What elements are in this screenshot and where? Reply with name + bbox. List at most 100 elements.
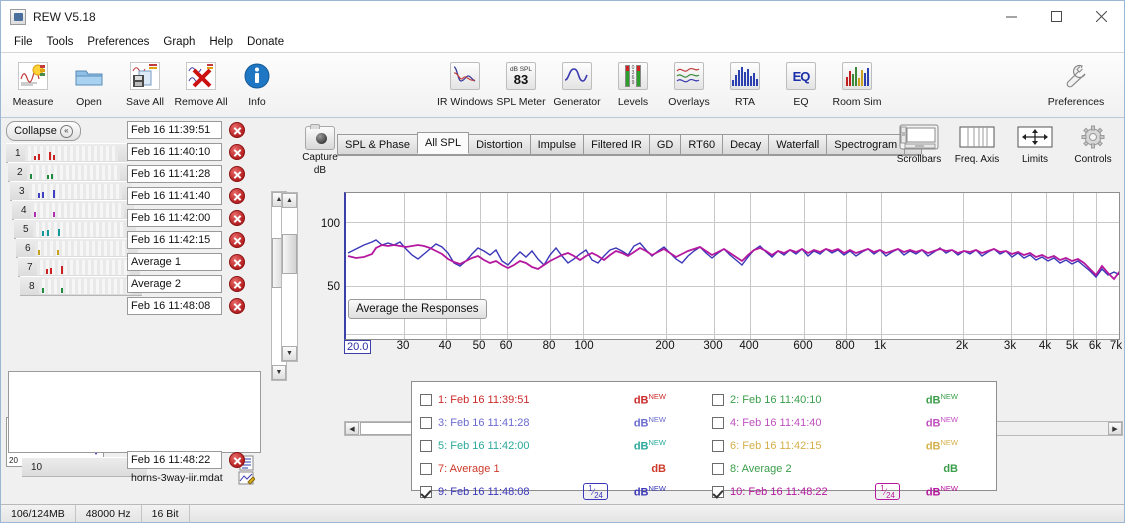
tab-waterfall[interactable]: Waterfall	[768, 134, 828, 154]
tab-decay[interactable]: Decay	[722, 134, 770, 154]
delete-measurement-icon[interactable]	[229, 254, 245, 270]
collapse-button[interactable]: Collapse «	[6, 121, 81, 141]
legend-smoothing-9[interactable]: 1⁄24	[583, 482, 608, 501]
measurement-name-input[interactable]: Average 2	[127, 275, 222, 293]
freq-axis-button[interactable]: Freq. Axis	[948, 122, 1006, 165]
tab-rt60[interactable]: RT60	[680, 134, 724, 154]
chart-scroll-down-arrow[interactable]: ▼	[282, 346, 297, 361]
legend-checkbox-10[interactable]	[712, 485, 724, 498]
menu-graph[interactable]: Graph	[156, 34, 202, 50]
tab-distortion[interactable]: Distortion	[468, 134, 531, 154]
legend-checkbox-5[interactable]	[420, 439, 432, 452]
menu-tools[interactable]: Tools	[40, 34, 81, 50]
legend-checkbox-8[interactable]	[712, 462, 724, 475]
menu-help[interactable]: Help	[202, 34, 240, 50]
menu-preferences[interactable]: Preferences	[80, 34, 156, 50]
delete-measurement-icon[interactable]	[229, 188, 245, 204]
overlays-button[interactable]: Overlays	[661, 56, 717, 108]
generator-button[interactable]: Generator	[549, 56, 605, 108]
measurement-thumbnail[interactable]: 8	[20, 276, 142, 296]
measurement-thumbnail[interactable]: 5	[14, 219, 136, 239]
delete-measurement-icon[interactable]	[229, 210, 245, 226]
delete-measurement-icon[interactable]	[229, 276, 245, 292]
chart-vscroll-track[interactable]	[282, 208, 297, 346]
legend-checkbox-7[interactable]	[420, 462, 432, 475]
delete-measurement-icon[interactable]	[229, 232, 245, 248]
levels-button[interactable]: 0369 Levels	[605, 56, 661, 108]
chart-scroll-right-arrow[interactable]: ▶	[1108, 422, 1122, 435]
chart-scroll-up-arrow[interactable]: ▲	[282, 193, 297, 208]
controls-button[interactable]: Controls	[1064, 122, 1122, 165]
spl-meter-button[interactable]: dB SPL 83 SPL Meter	[493, 56, 549, 108]
eq-button[interactable]: EQ EQ	[773, 56, 829, 108]
delete-measurement-icon[interactable]	[229, 144, 245, 160]
measurement-name-input[interactable]: Average 1	[127, 253, 222, 271]
delete-measurement-icon[interactable]	[229, 452, 245, 468]
measurement-name-input[interactable]: Feb 16 11:42:00	[127, 209, 222, 227]
delete-measurement-icon[interactable]	[229, 122, 245, 138]
scroll-down-arrow[interactable]: ▼	[272, 365, 286, 380]
legend-row-1[interactable]: 1: Feb 16 11:39:51 dBNEW	[420, 388, 704, 411]
x-axis-start-field[interactable]: 20.0	[344, 340, 372, 354]
tab-spl-and-phase[interactable]: SPL & Phase	[337, 134, 419, 154]
measurement-thumbnail[interactable]: 4	[12, 200, 134, 220]
tab-impulse[interactable]: Impulse	[529, 134, 585, 154]
measurement-thumbnail[interactable]: 3	[10, 181, 132, 201]
menu-file[interactable]: File	[7, 34, 40, 50]
chart-vscroll-thumb[interactable]	[282, 234, 297, 274]
legend-row-2[interactable]: 2: Feb 16 11:40:10 dBNEW	[712, 388, 996, 411]
legend-smoothing-10[interactable]: 1⁄24	[875, 482, 900, 501]
minimize-button[interactable]	[989, 1, 1034, 32]
measurement-notes-box[interactable]	[8, 371, 261, 453]
tab-all-spl[interactable]: All SPL	[417, 132, 470, 154]
menu-donate[interactable]: Donate	[240, 34, 291, 50]
legend-row-9[interactable]: 9: Feb 16 11:48:08 1⁄24 dBNEW	[420, 480, 704, 503]
measurement-thumbnail[interactable]: 7	[18, 257, 140, 277]
measurement-name-input[interactable]: Feb 16 11:40:10	[127, 143, 222, 161]
ir-windows-button[interactable]: IR Windows	[437, 56, 493, 108]
legend-checkbox-2[interactable]	[712, 393, 724, 406]
legend-row-8[interactable]: 8: Average 2 dB	[712, 457, 996, 480]
remove-all-button[interactable]: Remove All	[173, 56, 229, 108]
measurement-name-input[interactable]: Feb 16 11:41:40	[127, 187, 222, 205]
legend-checkbox-4[interactable]	[712, 416, 724, 429]
limits-button[interactable]: Limits	[1006, 122, 1064, 165]
measurement-name-input-bottom[interactable]: Feb 16 11:48:22	[127, 451, 222, 469]
average-responses-button[interactable]: Average the Responses	[348, 299, 487, 319]
measure-button[interactable]: Measure	[5, 56, 61, 108]
preferences-button[interactable]: Preferences	[1032, 56, 1120, 108]
measurement-thumbnail[interactable]: 1	[6, 143, 128, 163]
measurement-thumbnail[interactable]: 6	[16, 238, 138, 258]
delete-measurement-icon[interactable]	[229, 166, 245, 182]
delete-measurement-icon[interactable]	[229, 298, 245, 314]
measurement-name-input[interactable]: Feb 16 11:48:08	[127, 297, 222, 315]
tab-gd[interactable]: GD	[648, 134, 682, 154]
room-sim-button[interactable]: Room Sim	[829, 56, 885, 108]
measurement-name-input[interactable]: Feb 16 11:42:15	[127, 231, 222, 249]
save-all-button[interactable]: Save All	[117, 56, 173, 108]
measurement-thumbnail[interactable]: 2	[8, 162, 130, 182]
measurement-name-input[interactable]: Feb 16 11:39:51	[127, 121, 222, 139]
legend-row-10[interactable]: 10: Feb 16 11:48:22 1⁄24 dBNEW	[712, 480, 996, 503]
legend-checkbox-6[interactable]	[712, 439, 724, 452]
room-sim-icon	[840, 59, 874, 93]
legend-checkbox-9[interactable]	[420, 485, 432, 498]
scrollbars-button[interactable]: Scrollbars	[890, 122, 948, 165]
legend-row-5[interactable]: 5: Feb 16 11:42:00 dBNEW	[420, 434, 704, 457]
edit-graph-icon-bottom[interactable]	[238, 471, 256, 487]
close-button[interactable]	[1079, 1, 1124, 32]
legend-checkbox-3[interactable]	[420, 416, 432, 429]
legend-checkbox-1[interactable]	[420, 393, 432, 406]
measurement-name-input[interactable]: Feb 16 11:41:28	[127, 165, 222, 183]
info-button[interactable]: Info	[229, 56, 285, 108]
rta-button[interactable]: RTA	[717, 56, 773, 108]
maximize-button[interactable]	[1034, 1, 1079, 32]
tab-filtered-ir[interactable]: Filtered IR	[583, 134, 650, 154]
legend-row-7[interactable]: 7: Average 1 dB	[420, 457, 704, 480]
legend-row-6[interactable]: 6: Feb 16 11:42:15 dBNEW	[712, 434, 996, 457]
chart-scroll-left-arrow[interactable]: ◀	[345, 422, 359, 435]
chart-vertical-scrollbar[interactable]: ▲ ▼	[281, 192, 298, 362]
legend-row-3[interactable]: 3: Feb 16 11:41:28 dBNEW	[420, 411, 704, 434]
legend-row-4[interactable]: 4: Feb 16 11:41:40 dBNEW	[712, 411, 996, 434]
open-button[interactable]: Open	[61, 56, 117, 108]
